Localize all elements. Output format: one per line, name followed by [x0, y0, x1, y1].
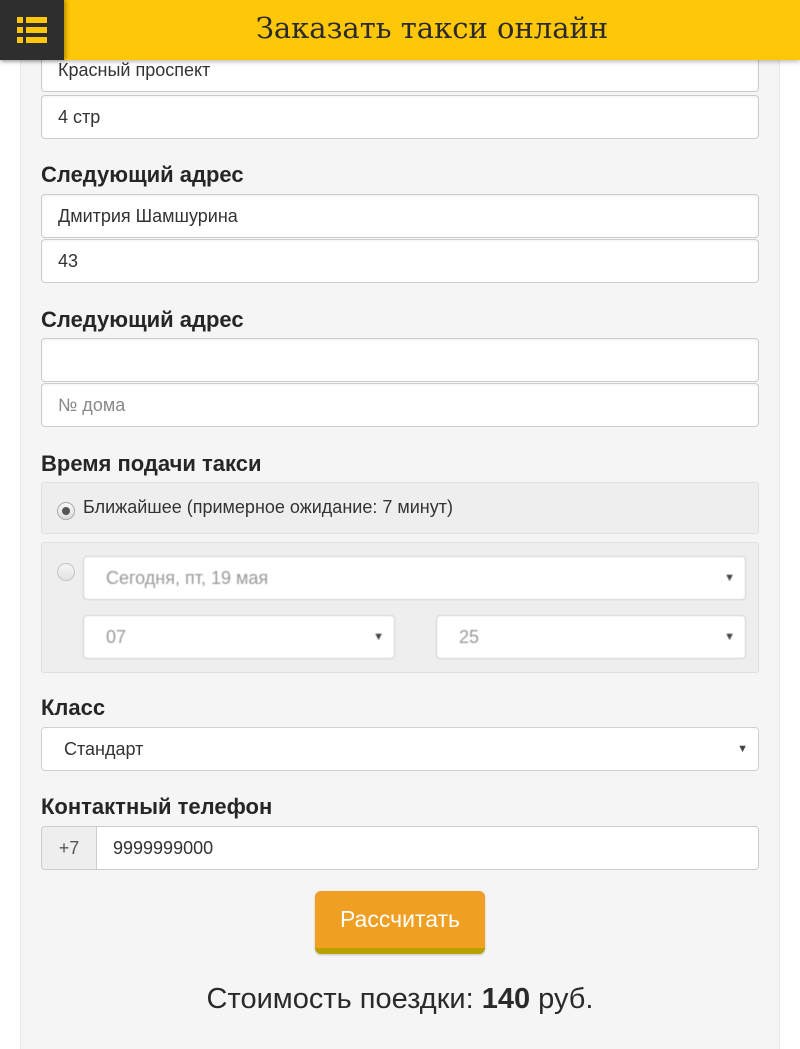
nearest-radio[interactable]: [57, 502, 75, 520]
pickup-scheduled-option[interactable]: Сегодня, пт, 19 мая ▼ 07 ▼ 25 ▼: [41, 542, 759, 673]
next-house-input[interactable]: 43: [41, 239, 759, 283]
price-prefix: Стоимость поездки:: [206, 983, 474, 1015]
menu-list-icon: [17, 17, 47, 43]
date-select-value: Сегодня, пт, 19 мая: [106, 568, 269, 588]
chevron-down-icon: ▼: [724, 631, 735, 643]
pickup-nearest-option[interactable]: Ближайшее (примерное ожидание: 7 минут): [41, 482, 759, 534]
scheduled-radio[interactable]: [57, 563, 75, 581]
chevron-down-icon: ▼: [373, 631, 384, 643]
date-select[interactable]: Сегодня, пт, 19 мая ▼: [83, 556, 746, 600]
nearest-option-label: Ближайшее (примерное ожидание: 7 минут): [83, 497, 453, 517]
minute-select-value: 25: [459, 627, 480, 647]
class-label: Класс: [41, 695, 106, 720]
phone-label: Контактный телефон: [41, 794, 273, 819]
next-street-input[interactable]: Дмитрия Шамшурина: [41, 194, 759, 238]
page-title: Заказать такси онлайн: [255, 11, 609, 45]
chevron-down-icon: ▼: [724, 572, 735, 584]
phone-input[interactable]: 9999999000: [96, 826, 759, 870]
calculate-button[interactable]: Рассчитать: [315, 891, 485, 954]
chevron-down-icon: ▼: [737, 743, 748, 755]
next-address-label: Следующий адрес: [41, 162, 244, 187]
minute-select[interactable]: 25 ▼: [436, 615, 746, 659]
class-select[interactable]: Стандарт ▼: [41, 727, 759, 771]
hour-select-value: 07: [106, 627, 127, 647]
from-house-input[interactable]: 4 стр: [41, 95, 759, 139]
hour-select[interactable]: 07 ▼: [83, 615, 395, 659]
next-address-label-2: Следующий адрес: [41, 307, 244, 332]
price-currency: руб.: [538, 983, 594, 1015]
pickup-time-label: Время подачи такси: [41, 451, 262, 476]
next-street-input-2[interactable]: [41, 338, 759, 382]
menu-button[interactable]: [0, 0, 64, 60]
trip-price: Стоимость поездки: 140 руб.: [0, 983, 800, 1016]
phone-prefix: +7: [41, 826, 97, 870]
class-select-value: Стандарт: [64, 739, 144, 759]
next-house-input-2[interactable]: № дома: [41, 383, 759, 427]
price-amount: 140: [481, 983, 531, 1015]
header-bar: Заказать такси онлайн: [0, 0, 800, 60]
